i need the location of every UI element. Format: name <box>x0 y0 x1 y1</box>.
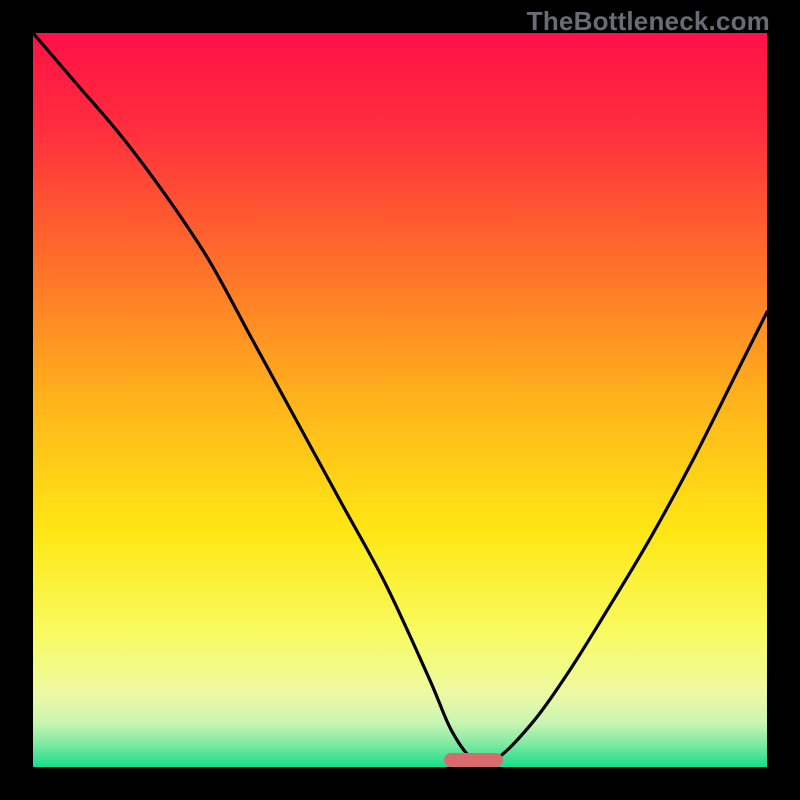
plot-area <box>33 33 767 767</box>
chart-frame: TheBottleneck.com <box>0 0 800 800</box>
optimal-range-marker <box>444 753 503 767</box>
bottleneck-curve <box>33 33 767 767</box>
